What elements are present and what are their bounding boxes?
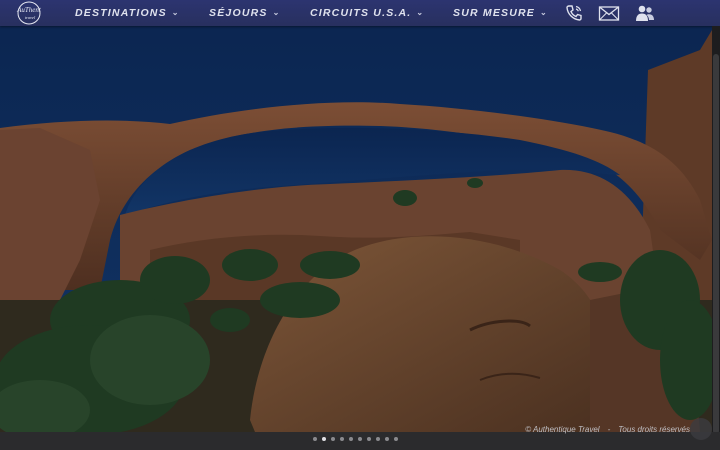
- bottom-strip: [0, 432, 720, 450]
- brand-logo[interactable]: AuThent travel: [12, 0, 46, 26]
- svg-text:travel: travel: [25, 15, 36, 20]
- slider-dot[interactable]: [340, 437, 344, 441]
- menu-label: DESTINATIONS: [75, 7, 167, 19]
- slider-dots: [313, 437, 398, 441]
- chevron-down-icon: ⌄: [171, 8, 180, 17]
- copyright-text: © Authentique Travel: [525, 425, 600, 434]
- svg-text:AuThent: AuThent: [16, 6, 42, 14]
- page-scrollbar[interactable]: [712, 26, 720, 434]
- scroll-top-button[interactable]: [690, 418, 712, 440]
- slider-dot[interactable]: [367, 437, 371, 441]
- menu-circuits-usa[interactable]: CIRCUITS U.S.A. ⌄: [310, 0, 424, 26]
- chevron-down-icon: ⌄: [416, 8, 425, 17]
- top-navbar: AuThent travel DESTINATIONS ⌄ SÉJOURS ⌄ CI…: [0, 0, 720, 26]
- menu-sur-mesure[interactable]: SUR MESURE ⌄: [453, 0, 548, 26]
- slider-dot[interactable]: [322, 437, 326, 441]
- scrollbar-thumb[interactable]: [713, 54, 719, 434]
- rights-text: Tous droits réservés: [618, 425, 690, 434]
- menu-sejours[interactable]: SÉJOURS ⌄: [209, 0, 281, 26]
- slider-dot[interactable]: [349, 437, 353, 441]
- mail-icon[interactable]: [597, 3, 621, 23]
- chevron-down-icon: ⌄: [540, 8, 548, 17]
- hero-image: [0, 0, 720, 450]
- users-icon[interactable]: [633, 3, 657, 23]
- menu-label: SUR MESURE: [453, 7, 536, 19]
- slider-dot[interactable]: [358, 437, 362, 441]
- logo-icon: AuThent travel: [16, 1, 42, 25]
- slider-dot[interactable]: [313, 437, 317, 441]
- slider-dot[interactable]: [331, 437, 335, 441]
- menu-label: CIRCUITS U.S.A.: [310, 7, 412, 19]
- slider-dot[interactable]: [376, 437, 380, 441]
- photo-credit: © Authentique Travel - Tous droits réservé…: [521, 425, 694, 434]
- slider-dot[interactable]: [385, 437, 389, 441]
- menu-destinations[interactable]: DESTINATIONS ⌄: [75, 0, 180, 26]
- slider-dot[interactable]: [394, 437, 398, 441]
- chevron-down-icon: ⌄: [272, 8, 281, 17]
- phone-icon[interactable]: [562, 3, 586, 23]
- menu-label: SÉJOURS: [209, 7, 268, 19]
- separator: -: [607, 425, 611, 434]
